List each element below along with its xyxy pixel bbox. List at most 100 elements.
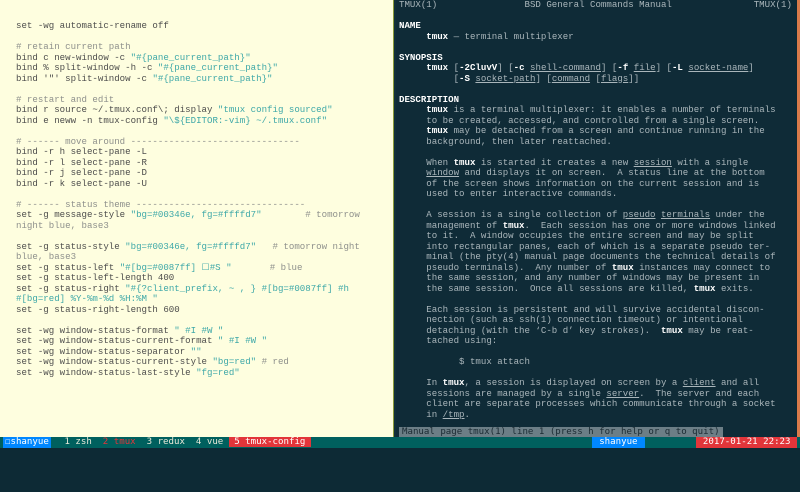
string-token: "bg=red" xyxy=(212,356,257,367)
text-token: set -wg window-status-current-style xyxy=(16,356,213,367)
text-token: . xyxy=(464,408,470,420)
text-token: in xyxy=(399,408,443,420)
text-line: bind e neww -n tmux-config "\${EDITOR:-v… xyxy=(16,115,360,127)
text-token: management of xyxy=(399,219,503,231)
text-token: set -wg window-status-format xyxy=(16,324,175,336)
text-token: When xyxy=(399,156,454,168)
comment-token: night blue, base3 xyxy=(16,219,109,231)
bold-term: tmux xyxy=(660,324,683,336)
text-token: may be detached from a screen and contin… xyxy=(448,125,765,136)
text-token: to it. A window occupies the entire scre… xyxy=(399,230,754,241)
string-token: "#{?client_prefix, ~ , } #[bg=#0087ff] #… xyxy=(125,282,349,294)
text-token: [ xyxy=(590,72,601,84)
text-token: with a single xyxy=(671,156,749,168)
text-token: set -wg automatic-rename off xyxy=(16,20,169,31)
text-token: is started it creates a new xyxy=(475,156,634,168)
text-token: set -g message-style xyxy=(16,209,131,220)
text-token: set -g status-right-length 600 xyxy=(16,303,180,315)
text-token: [ xyxy=(399,72,460,84)
text-token: client are separate processes which comm… xyxy=(399,398,776,409)
string-token: "tmux config sourced" xyxy=(217,104,333,115)
bold-term: NAME xyxy=(399,20,421,31)
underlined-term: socket-path xyxy=(475,72,536,84)
text-token: bind c new-window -c xyxy=(16,51,131,63)
text-token: set -g status-right xyxy=(16,282,126,294)
underlined-term: terminals xyxy=(660,209,711,220)
string-token: "#{pane_current_path}" xyxy=(152,72,273,84)
window-tab[interactable]: 2 tmux xyxy=(97,437,141,447)
comment-token: # blue xyxy=(231,261,303,273)
session-name: ☐shanyue xyxy=(3,437,51,448)
text-token: set -wg window-status-last-style xyxy=(16,366,197,378)
text-token: bind % split-window -h -c xyxy=(16,62,158,73)
string-token: "#[bg=#0087ff] ☐#S " xyxy=(119,261,232,273)
text-token: set -wg window-status-current-format xyxy=(16,335,218,346)
string-token: " #I #W " xyxy=(174,324,224,336)
text-token: sessions are managed by a single xyxy=(399,387,607,399)
text-token: A session is a single collection of xyxy=(399,209,623,220)
text-token: set -g status-left-length 400 xyxy=(16,272,175,283)
text-token: bind '"' split-window -c xyxy=(16,72,153,84)
underlined-term: socket-name xyxy=(688,62,749,73)
underlined-term: /tmp xyxy=(442,408,465,420)
bold-term: -S xyxy=(459,72,470,84)
window-tab[interactable]: 3 redux xyxy=(141,437,190,447)
man-page-pane[interactable]: TMUX(1) BSD General Commands Manual TMUX… xyxy=(396,0,796,437)
text-token: into rectangular panes, each of which is… xyxy=(399,240,771,252)
text-token: nection (such as ssh(1) connection timeo… xyxy=(399,314,743,325)
text-token: ] [ xyxy=(600,62,618,73)
text-line: $ tmux attach xyxy=(399,356,792,368)
comment-token: # ------ status theme ------------------… xyxy=(16,198,306,210)
text-line: TMUX(1) BSD General Commands Manual TMUX… xyxy=(399,0,792,11)
text-token: TMUX(1) BSD General Commands Manual TMUX… xyxy=(399,0,792,10)
bold-term: DESCRIPTION xyxy=(399,93,460,105)
window-tab[interactable]: 1 zsh xyxy=(59,437,97,447)
comment-token: # retain current path xyxy=(16,41,131,52)
text-token: ]] xyxy=(628,72,640,84)
comment-token: # red xyxy=(256,356,289,367)
text-token: and all xyxy=(715,377,760,388)
bold-term: tmux xyxy=(693,282,716,294)
man-prompt: Manual page tmux(1) line 1 (press h for … xyxy=(399,427,723,437)
text-line: tached using: xyxy=(399,335,792,347)
underlined-term: session xyxy=(633,156,672,168)
text-token: to be created, accessed, and controlled … xyxy=(399,114,760,126)
string-token: "bg=#00346e, fg=#ffffd7" xyxy=(125,240,257,252)
comment-token: # restart and edit xyxy=(16,93,115,105)
text-line: set -wg window-status-last-style "fg=red… xyxy=(16,366,360,379)
text-line: set -wg automatic-rename off xyxy=(16,20,360,32)
bold-term: tmux xyxy=(426,104,449,115)
datetime: 2017-01-21 22:23 xyxy=(696,437,797,448)
text-token: detaching (with the ‘C-b d’ key strokes)… xyxy=(399,324,661,336)
text-line: [-S socket-path] [command [flags]] xyxy=(399,72,792,85)
text-token: the same session. Once all sessions are … xyxy=(399,282,694,294)
text-token: background, then later reattached. xyxy=(399,135,612,147)
bold-term: -L xyxy=(671,62,683,73)
text-line: night blue, base3 xyxy=(16,219,360,232)
editor-text[interactable]: set -wg automatic-rename off # retain cur… xyxy=(16,0,360,378)
text-line: in /tmp. xyxy=(399,408,792,421)
bold-term: tmux xyxy=(442,377,465,388)
bold-term: -f xyxy=(617,62,629,73)
hostname: shanyue xyxy=(591,437,645,448)
text-token: may be reat- xyxy=(682,324,754,336)
string-token: #[bg=red] %Y-%m-%d %H:%M " xyxy=(16,293,158,304)
underlined-term: window xyxy=(426,167,460,178)
comment-token: # tomorrow xyxy=(261,209,360,220)
underlined-term: client xyxy=(682,377,716,388)
underlined-term: flags xyxy=(600,72,629,84)
bold-term: tmux xyxy=(611,261,634,273)
comment-token: # tomorrow night xyxy=(256,240,360,252)
text-token: [ xyxy=(448,62,460,73)
text-token: bind -r l select-pane -R xyxy=(16,156,147,168)
text-line: used to enter interactive commands. xyxy=(399,188,792,200)
window-tab[interactable]: 4 vue xyxy=(190,437,228,447)
text-token: is a terminal multiplexer: it enables a … xyxy=(448,104,776,115)
bold-term: -c xyxy=(513,62,525,73)
text-token: pseudo terminals). Any number of xyxy=(399,261,612,273)
window-tab[interactable]: 5 tmux-config xyxy=(228,437,311,447)
tmux-config-editor-pane[interactable]: set -wg automatic-rename off # retain cur… xyxy=(0,0,393,437)
